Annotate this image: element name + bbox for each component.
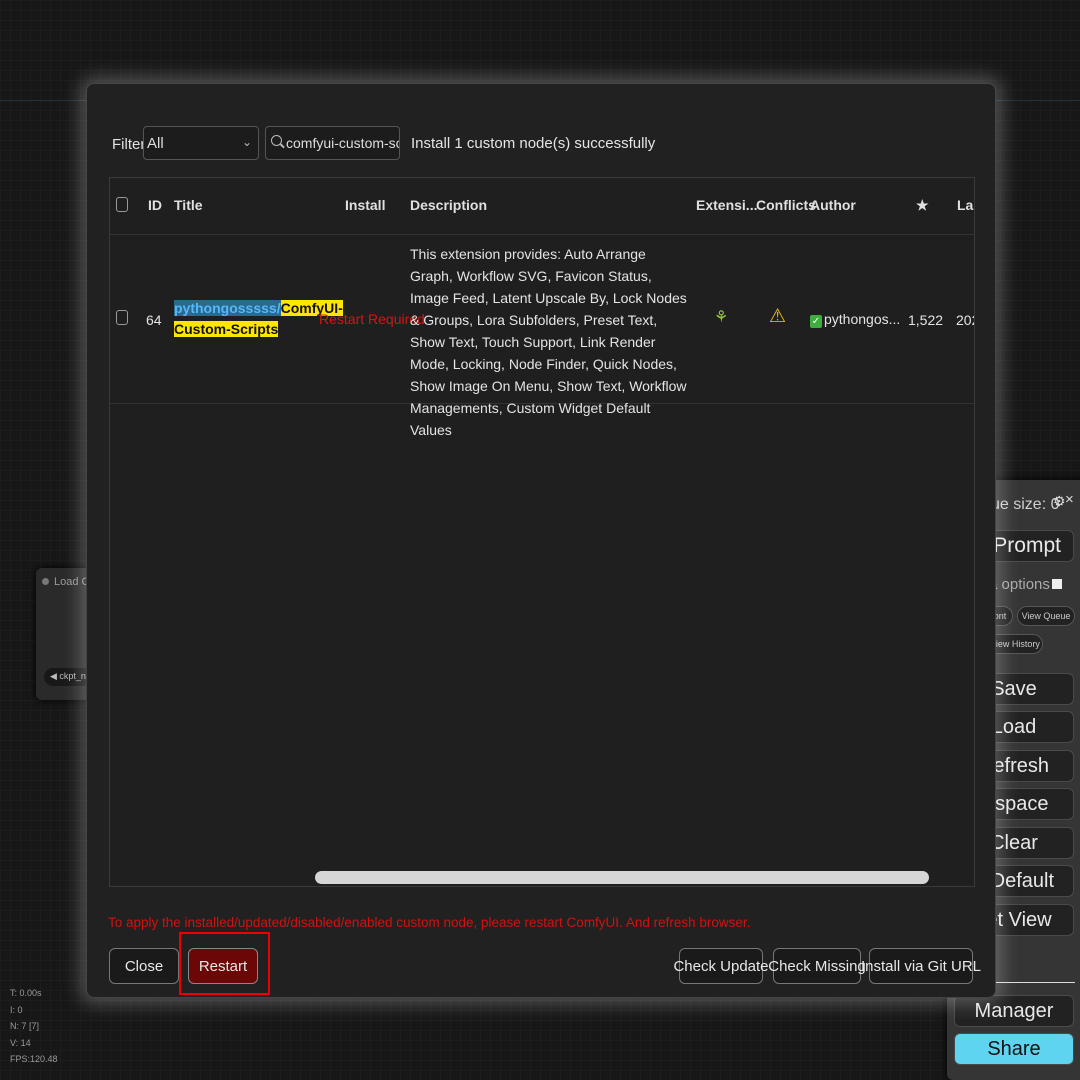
view-queue-button[interactable]: View Queue (1017, 606, 1075, 626)
manager-button[interactable]: Manager (954, 995, 1074, 1027)
warning-icon[interactable]: ⚠ (769, 305, 786, 328)
restart-highlight-box (179, 932, 270, 995)
column-description[interactable]: Description (410, 197, 487, 213)
stat-time: T: 0.00s (10, 988, 42, 998)
row-author-name: pythongos... (824, 311, 901, 327)
filter-label: Filter (112, 136, 146, 153)
column-install[interactable]: Install (345, 197, 385, 213)
row-stars: 1,522 (908, 312, 944, 328)
row-install-status: Restart Required (319, 311, 425, 327)
column-stars-star-icon[interactable]: ★ (916, 197, 929, 214)
extra-options-toggle[interactable]: a options (989, 576, 1062, 593)
extra-options-checkbox[interactable] (1051, 579, 1062, 589)
verified-check-icon: ✓ (810, 315, 822, 328)
chevron-down-icon: ⌄ (241, 135, 252, 149)
node-collapse-dot[interactable] (42, 578, 49, 585)
column-author[interactable]: Author (810, 197, 856, 213)
stat-i: I: 0 (10, 1004, 23, 1015)
column-id[interactable]: ID (148, 197, 162, 213)
column-extension[interactable]: Extensi... (696, 197, 757, 213)
queue-size-label: ue size: 0 (991, 496, 1060, 513)
stat-fps: FPS:120.48 (10, 1054, 58, 1064)
gear-icon[interactable]: ⚙ (1053, 493, 1066, 510)
row-checkbox[interactable] (116, 310, 128, 325)
row-author: ✓ pythongos... (810, 311, 900, 328)
row-title-author[interactable]: pythongosssss/ (174, 300, 281, 316)
select-all-checkbox[interactable] (116, 197, 128, 212)
share-button[interactable]: Share (954, 1033, 1074, 1065)
render-stats: T: 0.00s I: 0 N: 7 [7] V: 14 FPS:120.48 (10, 985, 58, 1068)
check-missing-button[interactable]: Check Missing (768, 948, 866, 984)
table-header: ID Title Install Description Extensi... … (110, 178, 974, 235)
custom-nodes-table: ID Title Install Description Extensi... … (109, 177, 975, 887)
custom-nodes-manager-dialog: Filter All ⌄ comfyui-custom-scrip Instal… (86, 83, 996, 998)
filter-select-value: All (147, 135, 164, 152)
row-title-link[interactable]: pythongosssss/ComfyUI-Custom-Scripts (174, 298, 343, 340)
row-last-update: 202 (956, 312, 974, 328)
column-last-update[interactable]: Las (957, 197, 974, 213)
table-row[interactable]: 64 pythongosssss/ComfyUI-Custom-Scripts … (110, 235, 974, 438)
filter-select[interactable]: All ⌄ (143, 126, 259, 160)
search-icon (271, 135, 282, 146)
column-conflicts[interactable]: Conflicts (756, 197, 816, 213)
stat-v: V: 14 (10, 1037, 31, 1048)
close-button[interactable]: Close (109, 948, 179, 984)
horizontal-scrollbar[interactable] (315, 871, 929, 884)
restart-notice: To apply the installed/updated/disabled/… (108, 915, 751, 930)
close-icon[interactable]: × (1065, 491, 1074, 508)
row-id: 64 (146, 312, 162, 328)
install-status-message: Install 1 custom node(s) successfully (411, 135, 656, 152)
check-update-button[interactable]: Check Update (673, 948, 769, 984)
row-description: This extension provides: Auto Arrange Gr… (410, 246, 687, 438)
stat-n: N: 7 [7] (10, 1021, 40, 1031)
search-input[interactable]: comfyui-custom-scrip (265, 126, 400, 160)
column-title[interactable]: Title (174, 197, 203, 213)
extra-options-label: a options (989, 576, 1050, 593)
install-via-git-url-button[interactable]: Install via Git URL (861, 948, 981, 984)
search-input-value: comfyui-custom-scrip (286, 135, 399, 151)
extension-nodes-icon[interactable]: ⚘ (714, 307, 728, 327)
